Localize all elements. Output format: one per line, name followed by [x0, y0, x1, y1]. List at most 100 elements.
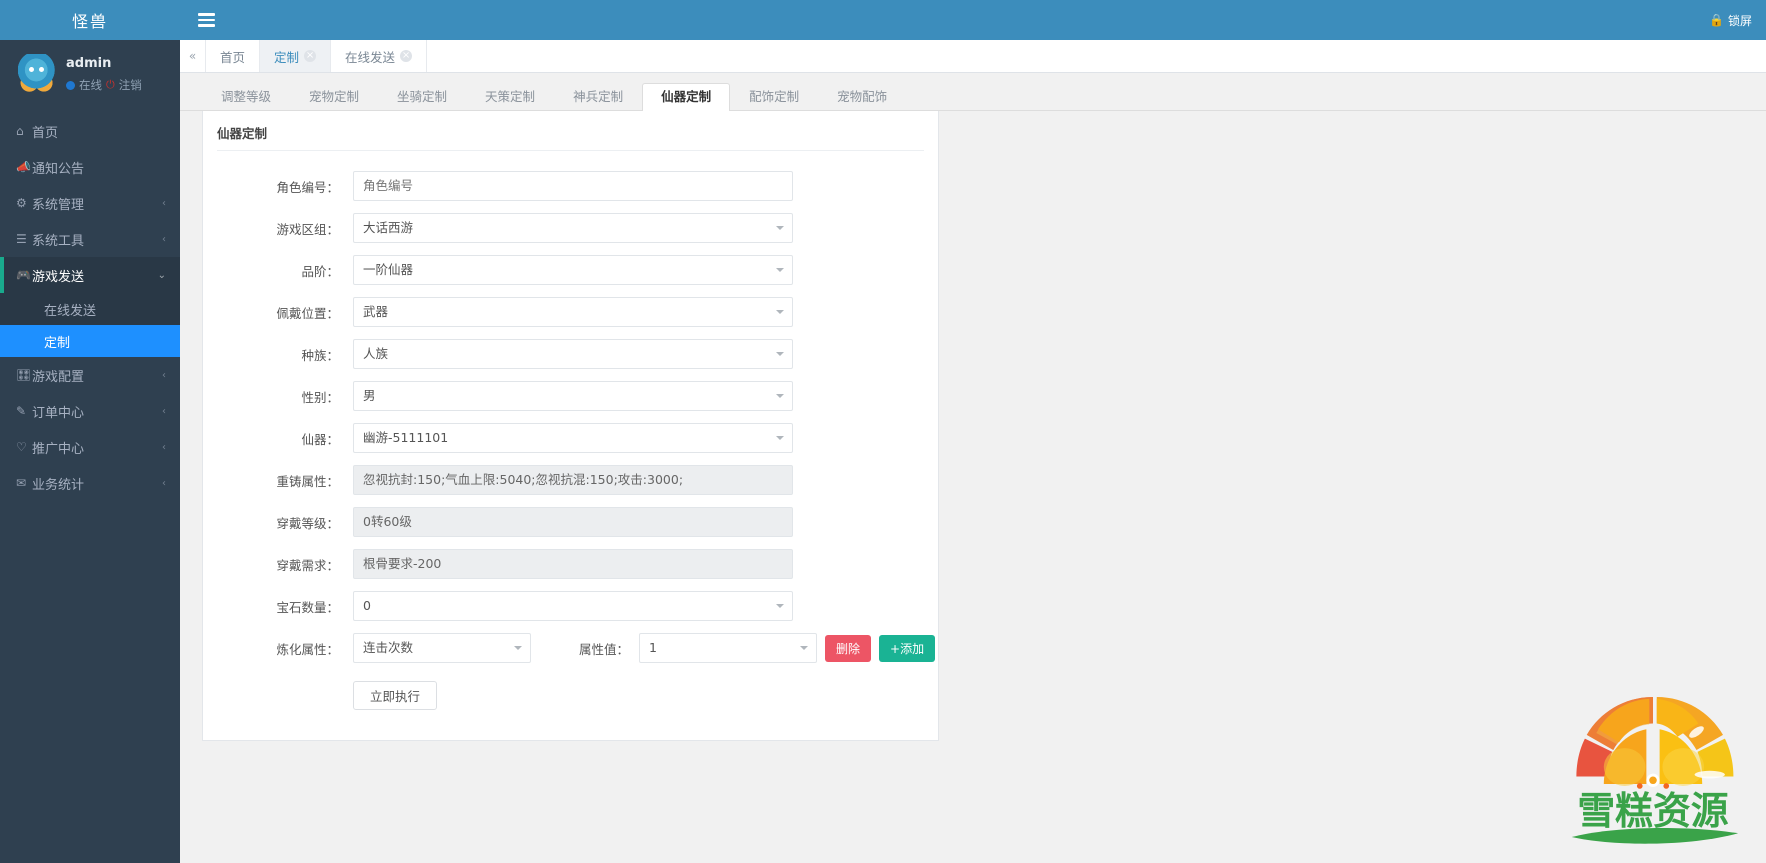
- form-row-race: 种族：: [203, 339, 938, 369]
- sidebar-item-notice[interactable]: 📣 通知公告: [0, 149, 180, 185]
- field-label: 性别：: [301, 389, 339, 405]
- delete-button[interactable]: 删除: [825, 634, 872, 662]
- sidebar-subitem-custom[interactable]: 定制: [0, 325, 180, 357]
- chevron-left-icon: ‹: [162, 369, 166, 381]
- sidebar-subitem-online-send[interactable]: 在线发送: [0, 293, 180, 325]
- sidebar-item-order-center[interactable]: ✎ 订单中心 ‹: [0, 393, 180, 429]
- chevron-left-icon: ‹: [162, 405, 166, 417]
- sidebar-item-game-config[interactable]: 🎛 游戏配置 ‹: [0, 357, 180, 393]
- tab-pet-accessory[interactable]: 宠物配饰: [818, 83, 906, 111]
- app-root: 怪兽 admin 在线 ⏻ 注销 ⌂ 首页 📣 通知公告 ⚙ 系统管理 ‹ ☰ …: [0, 0, 1766, 863]
- tab-tiance-custom[interactable]: 天策定制: [466, 83, 554, 111]
- sidebar-submenu-game-send: 在线发送 定制: [0, 293, 180, 357]
- equip-level-input: [353, 507, 793, 537]
- sliders-icon: 🎛: [16, 368, 32, 382]
- add-button[interactable]: +添加: [879, 634, 936, 662]
- tab-custom[interactable]: 定制 ×: [260, 40, 332, 72]
- tab-online-send[interactable]: 在线发送 ×: [331, 40, 428, 72]
- tab-artifact-custom[interactable]: 仙器定制: [642, 83, 731, 111]
- tab-accessory-custom[interactable]: 配饰定制: [730, 83, 818, 111]
- lock-icon: 🔒: [1709, 13, 1724, 27]
- tab-home[interactable]: 首页: [206, 40, 261, 72]
- sidebar-nav: ⌂ 首页 📣 通知公告 ⚙ 系统管理 ‹ ☰ 系统工具 ‹ 🎮 游戏发送 ⌄ 在…: [0, 113, 180, 501]
- tabbar: « 首页 定制 × 在线发送 ×: [180, 40, 1766, 73]
- form-row-game-zone: 游戏区组：: [203, 213, 938, 243]
- profile-name: admin: [66, 56, 112, 71]
- sidebar-item-label: 系统管理: [32, 197, 85, 213]
- sidebar: 怪兽 admin 在线 ⏻ 注销 ⌂ 首页 📣 通知公告 ⚙ 系统管理 ‹ ☰ …: [0, 0, 180, 863]
- sidebar-item-home[interactable]: ⌂ 首页: [0, 113, 180, 149]
- field-control: [353, 591, 793, 621]
- close-icon[interactable]: ×: [400, 50, 413, 62]
- submit-spacer: [203, 681, 353, 710]
- logout-icon[interactable]: ⏻: [106, 78, 115, 92]
- equip-slot-select[interactable]: [353, 297, 793, 327]
- sidebar-item-game-send[interactable]: 🎮 游戏发送 ⌄: [0, 257, 180, 293]
- grade-select[interactable]: [353, 255, 793, 285]
- tab-scroll-left-icon[interactable]: «: [180, 40, 206, 72]
- field-label: 重铸属性：: [276, 473, 339, 489]
- watermark-swoosh: [1571, 827, 1739, 844]
- form-row-grade: 品阶：: [203, 255, 938, 285]
- sidebar-item-label: 订单中心: [32, 405, 85, 421]
- field-label: 佩戴位置：: [276, 305, 339, 321]
- tab-label: 首页: [220, 49, 246, 65]
- content-tab-label: 宠物配饰: [837, 89, 888, 104]
- profile-info: admin 在线 ⏻ 注销: [66, 54, 142, 93]
- form-row-equip-level: 穿戴等级：: [203, 507, 938, 537]
- chevron-left-icon: ‹: [162, 233, 166, 245]
- field-control: [353, 423, 793, 453]
- content-tab-label: 神兵定制: [573, 89, 624, 104]
- avatar[interactable]: [18, 54, 56, 92]
- panel-title: 仙器定制: [217, 111, 924, 151]
- tab-weapon-custom[interactable]: 神兵定制: [554, 83, 642, 111]
- logout-link[interactable]: 注销: [119, 77, 142, 93]
- chevron-left-icon: ‹: [162, 197, 166, 209]
- field-control: [353, 381, 793, 411]
- race-select[interactable]: [353, 339, 793, 369]
- chevron-left-icon: ‹: [162, 477, 166, 489]
- sidebar-item-promotion-center[interactable]: ♡ 推广中心 ‹: [0, 429, 180, 465]
- refine-attr-control: [353, 633, 531, 663]
- content-tab-label: 坐骑定制: [397, 89, 448, 104]
- game-zone-select[interactable]: [353, 213, 793, 243]
- artifact-form: 角色编号： 游戏区组： 品阶：: [203, 151, 938, 710]
- execute-button[interactable]: 立即执行: [353, 681, 438, 710]
- attr-value-select[interactable]: [639, 633, 818, 663]
- tab-adjust-level[interactable]: 调整等级: [202, 83, 290, 111]
- field-label: 炼化属性：: [276, 641, 339, 657]
- megaphone-icon: 📣: [16, 160, 31, 174]
- form-row-equip-requirement: 穿戴需求：: [203, 549, 938, 579]
- artifact-select[interactable]: [353, 423, 793, 453]
- field-control: [353, 339, 793, 369]
- tab-mount-custom[interactable]: 坐骑定制: [378, 83, 466, 111]
- field-control: [353, 465, 793, 495]
- lock-screen-button[interactable]: 🔒 锁屏: [1709, 12, 1752, 29]
- sidebar-item-system-mgmt[interactable]: ⚙ 系统管理 ‹: [0, 185, 180, 221]
- online-dot-icon: [66, 80, 75, 90]
- profile-status: 在线: [79, 78, 102, 92]
- form-row-role-id: 角色编号：: [203, 171, 938, 201]
- form-row-gender: 性别：: [203, 381, 938, 411]
- field-control: [353, 549, 793, 579]
- refine-attr-select[interactable]: [353, 633, 531, 663]
- close-icon[interactable]: ×: [304, 50, 317, 62]
- hamburger-icon[interactable]: [198, 13, 215, 27]
- sidebar-item-label: 系统工具: [32, 233, 85, 249]
- field-label: 穿戴需求：: [276, 557, 339, 573]
- sidebar-item-system-tools[interactable]: ☰ 系统工具 ‹: [0, 221, 180, 257]
- content-tab-label: 仙器定制: [661, 89, 712, 104]
- artifact-custom-panel: 仙器定制 角色编号： 游戏区组：: [202, 111, 939, 741]
- gem-count-select[interactable]: [353, 591, 793, 621]
- role-id-input[interactable]: [353, 171, 793, 201]
- field-label: 宝石数量：: [276, 599, 339, 615]
- main-area: 🔒 锁屏 « 首页 定制 × 在线发送 × 调整等级 宠物定制 坐骑定制 天策定…: [180, 0, 1766, 863]
- watermark-text: 雪糕资源: [1577, 789, 1728, 833]
- brand-logo[interactable]: 怪兽: [0, 0, 180, 40]
- field-control: [353, 213, 793, 243]
- tab-pet-custom[interactable]: 宠物定制: [290, 83, 378, 111]
- sidebar-item-business-stats[interactable]: ✉ 业务统计 ‹: [0, 465, 180, 501]
- field-label: 品阶：: [301, 263, 339, 279]
- form-row-artifact: 仙器：: [203, 423, 938, 453]
- gender-select[interactable]: [353, 381, 793, 411]
